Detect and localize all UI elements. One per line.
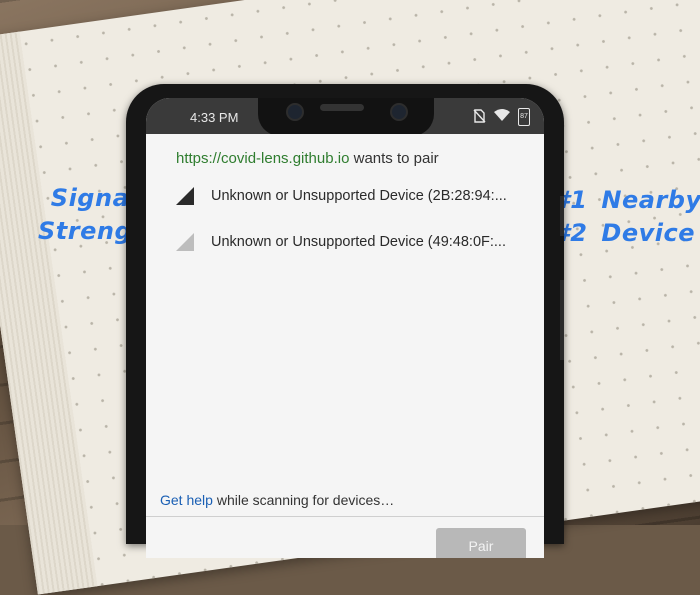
- front-camera-icon: [286, 103, 304, 121]
- bluetooth-pair-dialog: https://covid-lens.github.io wants to pa…: [146, 134, 544, 558]
- phone-screen: 4:33 PM 87 https://covid-lens.github.io …: [146, 98, 544, 558]
- help-text: Get help while scanning for devices…: [160, 492, 394, 508]
- origin-suffix: wants to pair: [349, 150, 439, 167]
- divider: [146, 516, 544, 517]
- signal-weak-icon: [176, 233, 194, 251]
- front-camera-icon: [390, 103, 408, 121]
- pair-button[interactable]: Pair: [436, 528, 526, 558]
- device-list-item[interactable]: Unknown or Unsupported Device (49:48:0F:…: [176, 228, 536, 256]
- signal-strong-icon: [176, 187, 194, 205]
- phone-side-button: [560, 196, 564, 236]
- annotation-nearby-device: #1 Nearby #2 Device: [553, 184, 700, 250]
- annotation-signal-strength: Signal Strength: [38, 182, 162, 248]
- help-suffix: while scanning for devices…: [212, 492, 395, 508]
- origin-url: https://covid-lens.github.io: [176, 150, 350, 167]
- annotation-word1: Nearby: [601, 186, 700, 214]
- status-time: 4:33 PM: [190, 110, 239, 125]
- phone: 4:33 PM 87 https://covid-lens.github.io …: [126, 84, 564, 558]
- device-label: Unknown or Unsupported Device (2B:28:94:…: [211, 188, 507, 204]
- earpiece-speaker: [320, 104, 364, 111]
- camera-notch: [258, 98, 434, 136]
- phone-volume-button: [560, 280, 564, 360]
- no-sim-icon: [473, 108, 486, 126]
- wifi-icon: [494, 109, 510, 125]
- annotation-left-line2: Strength: [38, 217, 162, 245]
- device-list-item[interactable]: Unknown or Unsupported Device (2B:28:94:…: [176, 182, 536, 210]
- battery-icon: 87: [518, 108, 530, 126]
- annotation-left-line1: Signal: [50, 184, 138, 212]
- dialog-title: https://covid-lens.github.io wants to pa…: [176, 150, 439, 167]
- device-label: Unknown or Unsupported Device (49:48:0F:…: [211, 234, 506, 250]
- get-help-link[interactable]: Get help: [160, 492, 213, 508]
- annotation-word2: Device: [601, 219, 695, 247]
- status-icons: 87: [473, 108, 530, 126]
